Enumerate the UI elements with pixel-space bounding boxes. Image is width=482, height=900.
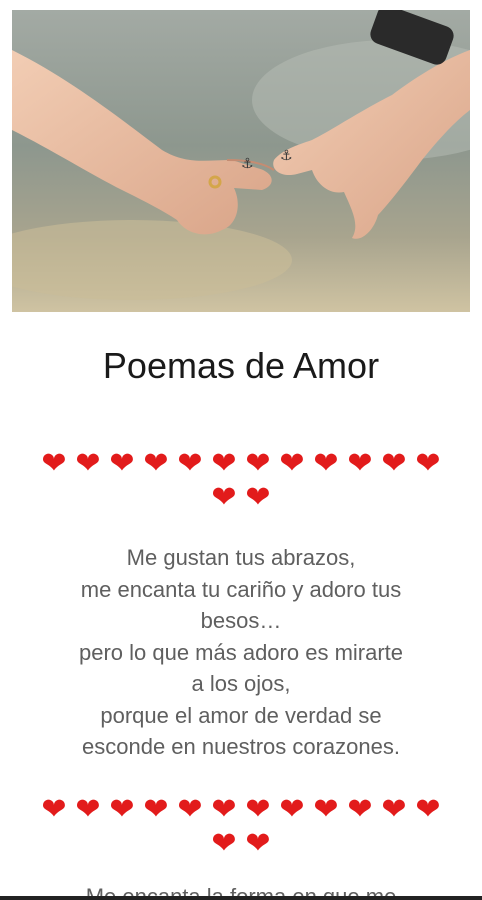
heart-icon: ❤ xyxy=(245,826,271,861)
poem-line: a los ojos, xyxy=(191,671,291,696)
heart-icon: ❤ xyxy=(211,446,237,481)
heart-icon: ❤ xyxy=(211,826,237,861)
heart-icon: ❤ xyxy=(381,792,407,827)
hearts-divider-bottom: ❤ ❤ ❤ ❤ ❤ ❤ ❤ ❤ ❤ ❤ ❤ ❤ ❤ ❤ xyxy=(30,794,452,859)
page-title: Poemas de Amor xyxy=(102,345,380,386)
poem-screen: ⚓ ⚓ Poemas de Amor ❤ ❤ ❤ ❤ ❤ ❤ ❤ ❤ ❤ ❤ ❤ ❤ ❤ ❤ Me gus… xyxy=(0,0,482,900)
heart-icon: ❤ xyxy=(279,446,305,481)
heart-icon: ❤ xyxy=(41,446,67,481)
hands-illustration: ⚓ ⚓ xyxy=(12,10,470,312)
couple-hands-photo: ⚓ ⚓ xyxy=(12,10,470,312)
heart-icon: ❤ xyxy=(75,446,101,481)
poem-line: porque el amor de verdad se xyxy=(100,702,382,728)
heart-icon: ❤ xyxy=(75,792,101,827)
poem-line: pero lo que más adoro es mirarte xyxy=(78,639,404,665)
heart-icon: ❤ xyxy=(109,446,135,481)
heart-icon: ❤ xyxy=(211,480,237,515)
svg-text:⚓: ⚓ xyxy=(241,156,254,172)
poem-line: Me gustan tus abrazos, xyxy=(126,545,356,570)
poem-text: Me gustan tus abrazos, me encanta tu car… xyxy=(20,542,462,763)
heart-icon: ❤ xyxy=(143,446,169,481)
heart-icon: ❤ xyxy=(347,792,373,827)
heart-icon: ❤ xyxy=(245,792,271,827)
poem-line: besos… xyxy=(200,608,282,633)
heart-icon: ❤ xyxy=(245,480,271,515)
heart-icon: ❤ xyxy=(381,446,407,481)
bottom-divider xyxy=(0,896,482,900)
heart-icon: ❤ xyxy=(313,446,339,481)
heart-icon: ❤ xyxy=(313,792,339,827)
heart-icon: ❤ xyxy=(41,792,67,827)
heart-icon: ❤ xyxy=(177,792,203,827)
svg-text:⚓: ⚓ xyxy=(280,148,293,164)
heart-icon: ❤ xyxy=(177,446,203,481)
heart-icon: ❤ xyxy=(415,446,441,481)
heart-icon: ❤ xyxy=(279,792,305,827)
poem-line: esconde en nuestros corazones. xyxy=(82,734,400,759)
heart-icon: ❤ xyxy=(143,792,169,827)
heart-icon: ❤ xyxy=(415,792,441,827)
poem-line: me encanta tu cariño y adoro tus xyxy=(80,576,402,602)
heart-icon: ❤ xyxy=(211,792,237,827)
heart-icon: ❤ xyxy=(347,446,373,481)
heart-icon: ❤ xyxy=(109,792,135,827)
heart-icon: ❤ xyxy=(245,446,271,481)
hearts-divider-top: ❤ ❤ ❤ ❤ ❤ ❤ ❤ ❤ ❤ ❤ ❤ ❤ ❤ ❤ xyxy=(30,448,452,513)
